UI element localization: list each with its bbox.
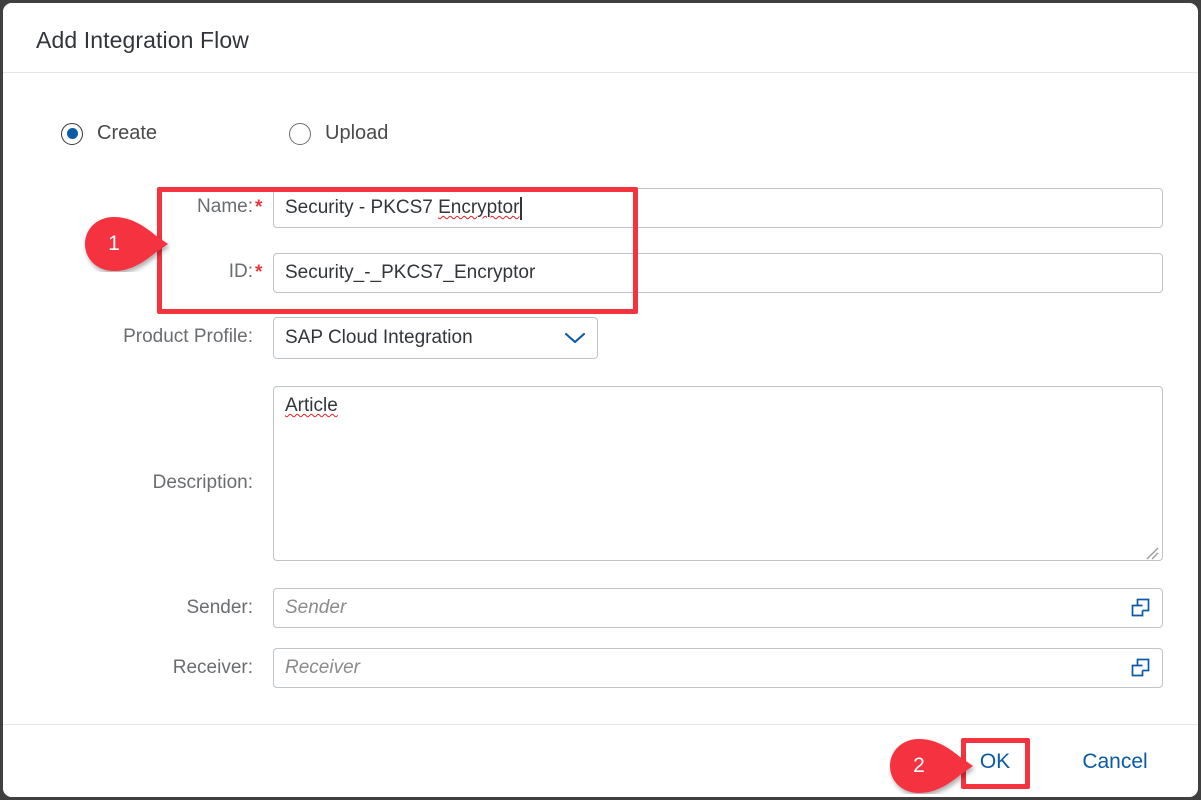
- value-help-icon[interactable]: [1129, 657, 1151, 679]
- radio-option-upload[interactable]: Upload: [289, 122, 388, 145]
- cancel-button[interactable]: Cancel: [1069, 725, 1161, 797]
- text-caret: [520, 196, 522, 220]
- product-profile-label: Product Profile:: [123, 326, 253, 347]
- name-input[interactable]: Security - PKCS7 Encryptor: [273, 188, 1163, 228]
- dialog-header: Add Integration Flow: [3, 3, 1198, 73]
- receiver-placeholder: Receiver: [285, 657, 360, 678]
- product-profile-select[interactable]: SAP Cloud Integration: [273, 317, 598, 359]
- sender-placeholder: Sender: [285, 597, 347, 618]
- dialog-body: Create Upload Name: * Security - PKCS7 E…: [3, 74, 1198, 727]
- receiver-input[interactable]: Receiver: [273, 648, 1163, 688]
- resize-grip-icon[interactable]: [1145, 544, 1159, 560]
- description-textarea[interactable]: Article: [273, 386, 1163, 561]
- radio-upload-label: Upload: [325, 122, 389, 144]
- id-label: ID:: [228, 261, 253, 282]
- radio-create-label: Create: [97, 122, 158, 144]
- radio-option-create[interactable]: Create: [61, 122, 157, 145]
- radio-upload-icon[interactable]: [289, 122, 311, 145]
- id-input[interactable]: Security_-_PKCS7_Encryptor: [273, 253, 1163, 293]
- ok-button[interactable]: OK: [967, 725, 1023, 797]
- sender-input[interactable]: Sender: [273, 588, 1163, 628]
- name-label: Name:: [197, 196, 253, 217]
- name-input-value: Security - PKCS7 Encryptor: [285, 197, 520, 218]
- value-help-icon[interactable]: [1129, 597, 1151, 619]
- dialog-footer: OK Cancel: [3, 724, 1198, 797]
- add-integration-flow-dialog: Add Integration Flow Create Upload Name:…: [0, 0, 1201, 800]
- product-profile-value: SAP Cloud Integration: [285, 327, 473, 348]
- receiver-label: Receiver:: [172, 657, 253, 678]
- name-required-marker: *: [255, 197, 263, 218]
- radio-create-icon[interactable]: [61, 122, 83, 145]
- sender-label: Sender:: [186, 597, 253, 618]
- page-title: Add Integration Flow: [36, 27, 249, 53]
- chevron-down-icon[interactable]: [564, 331, 586, 345]
- id-required-marker: *: [255, 262, 263, 283]
- description-value: Article: [285, 395, 338, 416]
- description-label: Description:: [152, 472, 253, 493]
